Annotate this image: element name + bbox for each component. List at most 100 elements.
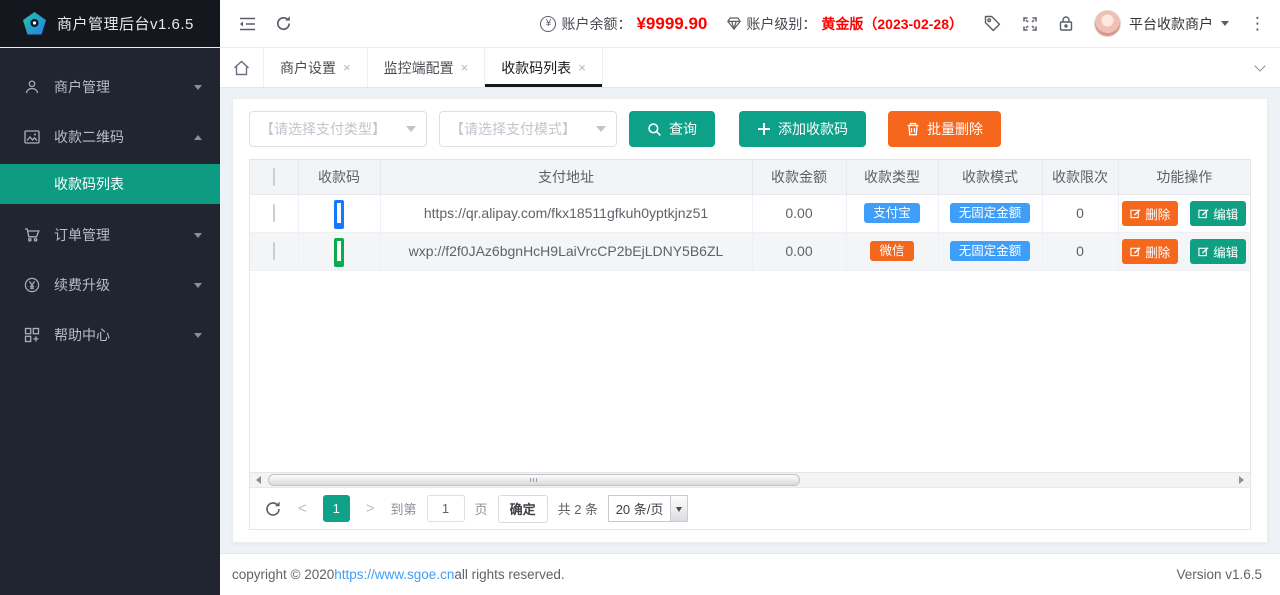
delete-button-label: 删除 [1145,242,1170,261]
payment-address: https://qr.alipay.com/fkx18511gfkuh0yptk… [380,194,752,232]
payment-address: wxp://f2f0JAz6bgnHcH9LaiVrcCP2bEjLDNY5B6… [380,232,752,270]
table-row: https://qr.alipay.com/fkx18511gfkuh0yptk… [250,194,1250,232]
row-checkbox[interactable] [273,204,275,222]
pay-type-placeholder: 【请选择支付类型】 [260,119,406,139]
balance-value: ¥9999.90 [636,14,707,34]
close-icon[interactable]: × [461,60,469,75]
balance-label: 账户余额： [561,14,631,34]
close-icon[interactable]: × [343,60,351,75]
edit-button[interactable]: 编辑 [1190,239,1246,264]
sidebar-subitem-label: 收款码列表 [54,174,124,194]
prev-page-button[interactable]: < [292,500,313,517]
pay-mode-placeholder: 【请选择支付模式】 [450,119,596,139]
search-icon [647,122,662,137]
table-row: wxp://f2f0JAz6bgnHcH9LaiVrcCP2bEjLDNY5B6… [250,232,1250,270]
image-icon [24,130,40,144]
top-header: 商户管理后台v1.6.5 ¥ 账户余额： ¥9999.90 [0,0,1280,48]
tab-qrcode-list[interactable]: 收款码列表 × [485,48,603,87]
page-size-value: 20 条/页 [609,499,670,518]
sidebar-item-label: 帮助中心 [54,325,180,345]
search-button[interactable]: 查询 [629,111,715,147]
batch-delete-button[interactable]: 批量删除 [888,111,1001,147]
footer-link[interactable]: https://www.sgoe.cn [334,567,454,582]
tab-label: 商户设置 [280,58,336,78]
edit-doc-icon [1130,246,1141,257]
sidebar-item-orders[interactable]: 订单管理 [0,210,220,260]
limit-cell: 0 [1042,194,1118,232]
scrollbar-track[interactable] [266,473,1234,487]
pagination-bar: < 1 > 到第 页 确定 共 2 条 20 条/页 [250,487,1250,529]
pay-mode-select[interactable]: 【请选择支付模式】 [439,111,617,147]
column-header-qrcode: 收款码 [298,160,380,194]
version-label: Version v1.6.5 [1176,567,1262,582]
current-page-button[interactable]: 1 [323,495,350,522]
confirm-page-button[interactable]: 确定 [498,495,548,523]
edit-button-label: 编辑 [1213,242,1238,261]
sidebar-item-help[interactable]: 帮助中心 [0,310,220,360]
column-header-limit: 收款限次 [1042,160,1118,194]
chevron-down-icon [194,233,202,242]
scroll-left-arrow[interactable] [250,473,266,487]
more-menu-icon[interactable]: ⋮ [1249,15,1266,32]
yen-circle-icon [24,277,40,293]
page-size-select[interactable]: 20 条/页 [608,495,688,522]
brand-area: 商户管理后台v1.6.5 [0,0,220,47]
goto-page-input[interactable] [427,495,465,522]
sidebar-item-renewal[interactable]: 续费升级 [0,260,220,310]
home-tab[interactable] [220,48,264,87]
select-all-checkbox[interactable] [273,168,275,186]
add-button-label: 添加收款码 [778,119,848,139]
tag-icon[interactable] [983,14,1002,33]
sidebar-item-merchant-management[interactable]: 商户管理 [0,62,220,112]
edit-button-label: 编辑 [1213,204,1238,223]
amount-cell: 0.00 [752,194,846,232]
home-icon [233,60,250,76]
lock-icon[interactable] [1058,15,1074,32]
account-balance: ¥ 账户余额： ¥9999.90 [540,14,707,34]
select-dropdown-button[interactable] [670,496,687,521]
sidebar-subitem-qrcode-list[interactable]: 收款码列表 [0,164,220,204]
scrollbar-thumb[interactable] [268,474,800,486]
sidebar-item-qrcode[interactable]: 收款二维码 [0,112,220,162]
pagination-refresh-icon[interactable] [264,500,282,518]
topbar-main: ¥ 账户余额： ¥9999.90 账户级别： 黄金版（2023-02-28） [220,0,1280,47]
close-icon[interactable]: × [578,60,586,75]
refresh-icon[interactable] [275,15,292,32]
pay-type-badge: 支付宝 [864,203,920,224]
tab-monitor-config[interactable]: 监控端配置 × [368,48,486,87]
chevron-up-icon [194,131,202,140]
tabs-dropdown-icon[interactable] [1240,48,1280,87]
sidebar-collapse-icon[interactable] [238,16,257,32]
delete-button[interactable]: 删除 [1122,201,1178,226]
avatar [1094,10,1121,37]
copyright-suffix: all rights reserved. [454,567,564,582]
footer: copyright © 2020 https://www.sgoe.cn all… [220,553,1280,595]
chevron-down-icon [194,283,202,292]
cart-icon [24,227,40,243]
merchant-account-menu[interactable]: 平台收款商户 [1094,10,1229,37]
account-level: 账户级别： 黄金版（2023-02-28） [727,14,963,34]
delete-button[interactable]: 删除 [1122,239,1178,264]
app-logo-icon [22,11,47,36]
merchant-name: 平台收款商户 [1129,14,1213,34]
next-page-button[interactable]: > [360,500,381,517]
horizontal-scrollbar[interactable] [250,472,1250,487]
topbar-right: ¥ 账户余额： ¥9999.90 账户级别： 黄金版（2023-02-28） [540,10,1266,37]
alipay-qr-thumbnail[interactable] [334,200,344,229]
tab-merchant-settings[interactable]: 商户设置 × [264,48,368,87]
table-empty-space [250,271,1250,473]
pay-type-select[interactable]: 【请选择支付类型】 [249,111,427,147]
fullscreen-icon[interactable] [1022,16,1038,32]
amount-cell: 0.00 [752,232,846,270]
gem-icon [727,17,741,30]
scroll-right-arrow[interactable] [1234,473,1250,487]
filter-toolbar: 【请选择支付类型】 【请选择支付模式】 查询 [249,111,1251,147]
user-icon [24,79,40,95]
batch-delete-label: 批量删除 [927,119,983,139]
add-qrcode-button[interactable]: 添加收款码 [739,111,866,147]
row-checkbox[interactable] [273,242,275,260]
tab-label: 收款码列表 [501,58,571,78]
wechat-qr-thumbnail[interactable] [334,238,344,267]
edit-button[interactable]: 编辑 [1190,201,1246,226]
chevron-down-icon [1221,21,1229,30]
